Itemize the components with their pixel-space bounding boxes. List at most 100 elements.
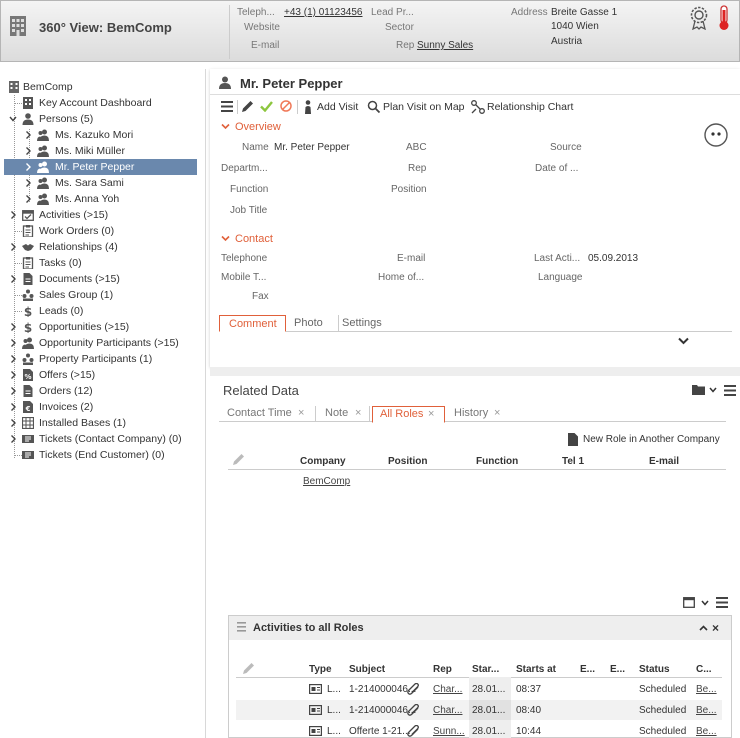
chevron-right-icon[interactable] <box>9 434 17 444</box>
activities-cell-rep[interactable]: Sunn... <box>433 726 465 737</box>
chevron-down-icon[interactable] <box>701 600 709 606</box>
folder-icon[interactable] <box>692 384 705 395</box>
chevron-right-icon[interactable] <box>9 210 17 220</box>
pencil-icon[interactable] <box>241 100 254 113</box>
sidebar-item[interactable]: Opportunity Participants (>15) <box>0 335 206 351</box>
activities-cell-c[interactable]: Be... <box>696 684 717 695</box>
header-telephone-link[interactable]: +43 (1) 01123456 <box>284 7 363 18</box>
activities-cell-c[interactable]: Be... <box>696 705 717 716</box>
close-icon[interactable]: × <box>712 621 719 635</box>
map-search-icon[interactable] <box>367 100 381 114</box>
sidebar-item[interactable]: Ms. Kazuko Mori <box>0 127 206 143</box>
sidebar-item[interactable]: Key Account Dashboard <box>0 95 206 111</box>
chevron-right-icon[interactable] <box>24 194 32 204</box>
tree-root[interactable]: BemComp <box>0 79 206 95</box>
tab-contact-time[interactable]: Contact Time × <box>221 406 316 422</box>
column-header-tel1[interactable]: Tel 1 <box>562 456 584 467</box>
chevron-right-icon[interactable] <box>24 162 32 172</box>
chevron-right-icon[interactable] <box>9 354 17 364</box>
activities-column-header[interactable]: E... <box>610 664 625 675</box>
sidebar-item[interactable]: Activities (>15) <box>0 207 206 223</box>
award-icon[interactable] <box>689 6 709 30</box>
column-header-position[interactable]: Position <box>388 456 427 467</box>
tab-photo[interactable]: Photo <box>287 315 339 332</box>
add-visit-icon[interactable] <box>303 100 313 114</box>
chevron-down-icon[interactable] <box>709 387 717 393</box>
new-role-button[interactable]: New Role in Another Company <box>583 434 720 445</box>
sidebar-item[interactable]: Tickets (Contact Company) (0) <box>0 431 206 447</box>
chevron-down-icon[interactable] <box>221 235 230 242</box>
avatar-face-icon[interactable] <box>704 123 728 147</box>
chevron-right-icon[interactable] <box>9 402 17 412</box>
company-link[interactable]: BemComp <box>303 476 350 487</box>
column-header-email[interactable]: E-mail <box>649 456 679 467</box>
chevron-right-icon[interactable] <box>9 242 17 252</box>
checkmark-icon[interactable] <box>260 100 273 112</box>
new-document-icon[interactable] <box>568 433 578 446</box>
cancel-icon[interactable] <box>280 100 292 112</box>
sidebar-item[interactable]: Relationships (4) <box>0 239 206 255</box>
chevron-right-icon[interactable] <box>9 322 17 332</box>
sidebar-item[interactable]: Property Participants (1) <box>0 351 206 367</box>
chevron-right-icon[interactable] <box>9 418 17 428</box>
sidebar-item[interactable]: Tickets (End Customer) (0) <box>0 447 206 463</box>
activities-column-header[interactable]: Rep <box>433 664 452 675</box>
activities-cell-c[interactable]: Be... <box>696 726 717 737</box>
sidebar-item[interactable]: Sales Group (1) <box>0 287 206 303</box>
menu-icon[interactable] <box>724 385 736 396</box>
activities-column-header[interactable]: Subject <box>349 664 385 675</box>
activities-column-header[interactable]: C... <box>696 664 712 675</box>
tab-note[interactable]: Note × <box>318 406 370 422</box>
chevron-right-icon[interactable] <box>9 370 17 380</box>
pencil-icon[interactable] <box>242 662 256 675</box>
close-icon[interactable]: × <box>494 407 500 419</box>
sidebar-item[interactable]: $ Leads (0) <box>0 303 206 319</box>
sidebar-item[interactable]: Installed Bases (1) <box>0 415 206 431</box>
chevron-down-icon[interactable] <box>221 123 230 130</box>
menu-icon[interactable] <box>221 101 233 112</box>
chevron-right-icon[interactable] <box>9 338 17 348</box>
plan-visit-button[interactable]: Plan Visit on Map <box>383 101 465 113</box>
chevron-right-icon[interactable] <box>24 178 32 188</box>
sidebar-item[interactable]: Orders (12) <box>0 383 206 399</box>
activities-cell-rep[interactable]: Char... <box>433 705 462 716</box>
header-rep-link[interactable]: Sunny Sales <box>417 40 473 51</box>
sidebar-item[interactable]: Documents (>15) <box>0 271 206 287</box>
relationship-icon[interactable] <box>471 100 485 114</box>
sidebar-item[interactable]: Persons (5) <box>0 111 206 127</box>
chevron-right-icon[interactable] <box>9 274 17 284</box>
sidebar-item[interactable]: Work Orders (0) <box>0 223 206 239</box>
close-icon[interactable]: × <box>298 407 304 419</box>
tab-all-roles[interactable]: All Roles × <box>372 406 445 423</box>
expand-chevron-icon[interactable] <box>678 337 689 345</box>
activities-column-header[interactable]: E... <box>580 664 595 675</box>
close-icon[interactable]: × <box>428 408 434 420</box>
drag-handle-icon[interactable] <box>237 622 246 632</box>
sidebar-item[interactable]: Mr. Peter Pepper <box>4 159 197 175</box>
sidebar-item[interactable]: % Offers (>15) <box>0 367 206 383</box>
contact-section-header[interactable]: Contact <box>235 233 273 245</box>
activities-column-header[interactable]: Star... <box>472 664 499 675</box>
add-visit-button[interactable]: Add Visit <box>317 101 358 113</box>
menu-icon[interactable] <box>716 597 728 608</box>
tab-settings[interactable]: Settings <box>339 315 399 332</box>
chevron-right-icon[interactable] <box>9 386 17 396</box>
sidebar-item[interactable]: Ms. Miki Müller <box>0 143 206 159</box>
column-header-company[interactable]: Company <box>300 456 346 467</box>
pencil-icon[interactable] <box>232 453 246 466</box>
sidebar-item[interactable]: € Invoices (2) <box>0 399 206 415</box>
chevron-right-icon[interactable] <box>24 130 32 140</box>
activities-column-header[interactable]: Type <box>309 664 332 675</box>
sidebar-item[interactable]: $ Opportunities (>15) <box>0 319 206 335</box>
thermometer-icon[interactable] <box>717 5 731 31</box>
sidebar-item[interactable]: Ms. Sara Sami <box>0 175 206 191</box>
tab-comment[interactable]: Comment <box>219 315 286 332</box>
sidebar-item[interactable]: Tasks (0) <box>0 255 206 271</box>
relationship-chart-button[interactable]: Relationship Chart <box>487 101 573 113</box>
sidebar-item[interactable]: Ms. Anna Yoh <box>0 191 206 207</box>
activities-column-header[interactable]: Status <box>639 664 670 675</box>
tab-history[interactable]: History × <box>447 406 517 422</box>
overview-section-header[interactable]: Overview <box>235 121 281 133</box>
column-header-function[interactable]: Function <box>476 456 518 467</box>
chevron-down-icon[interactable] <box>9 114 17 124</box>
